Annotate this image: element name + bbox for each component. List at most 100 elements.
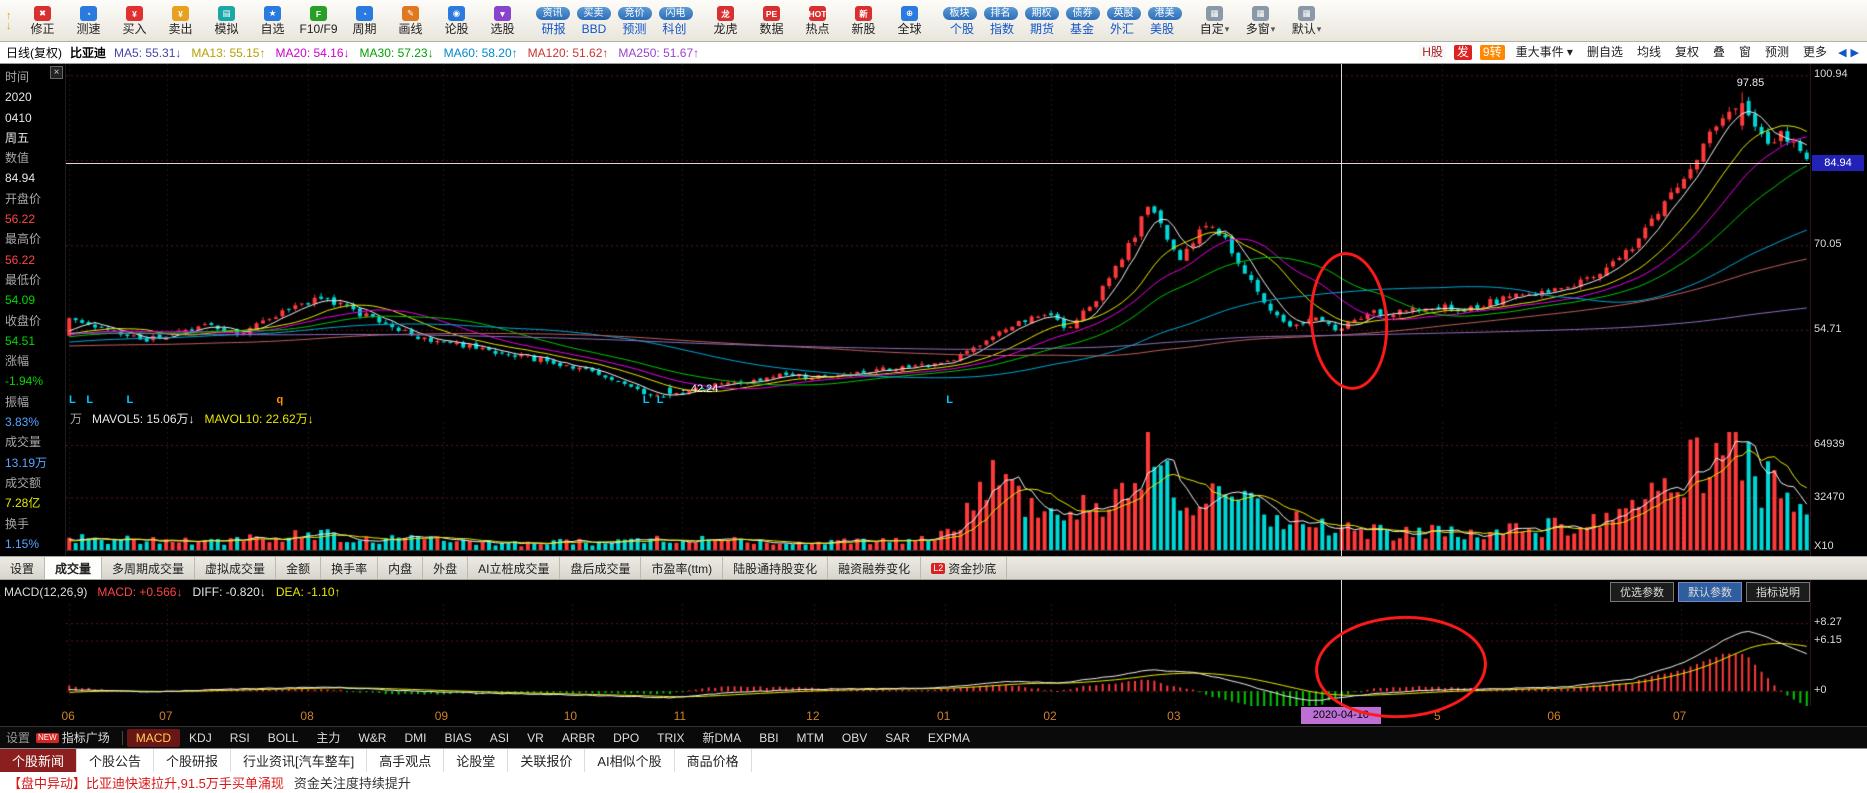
- indicator-tab-6[interactable]: DMI: [395, 729, 435, 747]
- toolbar-pill-b-0[interactable]: 板块: [942, 6, 977, 20]
- function-tab-2[interactable]: 多周期成交量: [102, 557, 196, 579]
- toolbar-item-8[interactable]: ✎ 画线: [388, 6, 434, 35]
- toolbar-pill-a-2[interactable]: 竞价: [617, 6, 652, 20]
- chart-tool-7[interactable]: 叠: [1710, 45, 1728, 60]
- price-chart-canvas[interactable]: [66, 64, 1810, 408]
- indicator-plaza[interactable]: 指标广场: [59, 729, 118, 746]
- function-tab-13[interactable]: L2 资金抄底: [921, 557, 1008, 579]
- function-tab-9[interactable]: 盘后成交量: [560, 557, 642, 579]
- macd-param-button-0[interactable]: 优选参数: [1610, 582, 1674, 602]
- chart-tool-1[interactable]: 发: [1453, 45, 1472, 60]
- toolbar-mid-item-0[interactable]: 龙 龙虎: [703, 6, 749, 35]
- toolbar-pill-a-3[interactable]: 闪电: [658, 6, 693, 20]
- function-tab-11[interactable]: 陆股通持股变化: [723, 557, 829, 579]
- toolbar-pill-b-4[interactable]: 英股: [1106, 6, 1141, 20]
- toolbar-item-4[interactable]: ▤ 模拟: [204, 6, 250, 35]
- chart-tool-10[interactable]: 更多: [1800, 45, 1830, 60]
- chart-tool-4[interactable]: 删自选: [1584, 45, 1626, 60]
- function-tab-6[interactable]: 内盘: [378, 557, 424, 579]
- chart-tool-5[interactable]: 均线: [1634, 45, 1664, 60]
- toolbar-item-0[interactable]: ✖ 修正: [20, 6, 66, 35]
- news-headline[interactable]: 资金关注度持续提升: [294, 773, 411, 792]
- toolbar-link-a-3[interactable]: 科创: [662, 23, 686, 35]
- indicator-tab-5[interactable]: W&R: [349, 729, 395, 747]
- toolbar-link-a-2[interactable]: 预测: [622, 23, 646, 35]
- indicator-tab-15[interactable]: MTM: [788, 729, 833, 747]
- news-tab-4[interactable]: 高手观点: [367, 749, 445, 772]
- news-tab-0[interactable]: 个股新闻: [0, 749, 78, 772]
- news-tab-1[interactable]: 个股公告: [77, 749, 155, 772]
- indicator-tab-8[interactable]: ASI: [481, 729, 518, 747]
- indicator-tab-12[interactable]: TRIX: [648, 729, 693, 747]
- chart-period[interactable]: 日线(复权): [6, 44, 62, 61]
- toolbar-item-10[interactable]: ▼ 选股: [480, 6, 526, 35]
- indicator-tab-4[interactable]: 主力: [307, 729, 349, 747]
- indicator-tab-14[interactable]: BBI: [750, 729, 787, 747]
- toolbar-link-b-5[interactable]: 美股: [1150, 23, 1174, 35]
- indicator-settings[interactable]: 设置: [0, 729, 36, 746]
- function-tab-12[interactable]: 融资融券变化: [828, 557, 922, 579]
- indicator-tab-13[interactable]: 新DMA: [694, 729, 751, 747]
- toolbar-pill-b-5[interactable]: 港美: [1147, 6, 1182, 20]
- toolbar-pill-a-0[interactable]: 资讯: [535, 6, 570, 20]
- toolbar-link-b-4[interactable]: 外汇: [1110, 23, 1134, 35]
- toolbar-mid-item-1[interactable]: PE 数据: [749, 6, 795, 35]
- indicator-tab-1[interactable]: KDJ: [180, 729, 221, 747]
- toolbar-link-a-0[interactable]: 研报: [542, 23, 566, 35]
- function-tab-7[interactable]: 外盘: [423, 557, 469, 579]
- indicator-tab-3[interactable]: BOLL: [259, 729, 308, 747]
- toolbar-link-a-1[interactable]: BBD: [582, 23, 607, 35]
- news-tab-5[interactable]: 论股堂: [444, 749, 509, 772]
- function-tab-0[interactable]: 设置: [0, 557, 46, 579]
- toolbar-pill-b-1[interactable]: 排名: [983, 6, 1018, 20]
- scroll-left-icon[interactable]: ◀: [1838, 46, 1846, 59]
- function-tab-3[interactable]: 虚拟成交量: [195, 557, 277, 579]
- toolbar-item-1[interactable]: ◔ 测速: [66, 6, 112, 35]
- indicator-tab-17[interactable]: SAR: [876, 729, 919, 747]
- news-headline-highlight[interactable]: 【盘中异动】比亚迪快速拉升,91.5万手买单涌现: [8, 773, 284, 792]
- news-tab-8[interactable]: 商品价格: [675, 749, 752, 772]
- indicator-tab-9[interactable]: VR: [518, 729, 553, 747]
- chart-tool-8[interactable]: 窗: [1736, 45, 1754, 60]
- indicator-tab-18[interactable]: EXPMA: [919, 729, 979, 747]
- indicator-tab-10[interactable]: ARBR: [553, 729, 604, 747]
- nav-down-icon[interactable]: ↓: [6, 20, 12, 31]
- indicator-tab-2[interactable]: RSI: [221, 729, 259, 747]
- chart-tool-0[interactable]: H股: [1419, 45, 1446, 60]
- news-tab-7[interactable]: AI相似个股: [585, 749, 675, 772]
- toolbar-window-item-0[interactable]: ▦ 自定 ▾: [1192, 6, 1238, 35]
- toolbar-mid-item-3[interactable]: 新 新股: [841, 6, 887, 35]
- toolbar-item-2[interactable]: ¥ 买入: [112, 6, 158, 35]
- toolbar-pill-b-2[interactable]: 期权: [1024, 6, 1059, 20]
- toolbar-mid-item-2[interactable]: HOT 热点: [795, 6, 841, 35]
- toolbar-link-b-3[interactable]: 基金: [1070, 23, 1094, 35]
- chart-tool-9[interactable]: 预测: [1762, 45, 1792, 60]
- toolbar-link-b-2[interactable]: 期货: [1030, 23, 1054, 35]
- toolbar-mid-item-4[interactable]: ⊕ 全球: [887, 6, 933, 35]
- toolbar-item-7[interactable]: ◔ 周期: [342, 6, 388, 35]
- toolbar-pill-a-1[interactable]: 买卖: [576, 6, 611, 20]
- toolbar-item-5[interactable]: ★ 自选: [250, 6, 296, 35]
- news-tab-6[interactable]: 关联报价: [508, 749, 586, 772]
- toolbar-item-9[interactable]: ◉ 论股: [434, 6, 480, 35]
- toolbar-link-b-1[interactable]: 指数: [990, 23, 1014, 35]
- indicator-tab-11[interactable]: DPO: [604, 729, 648, 747]
- news-tab-2[interactable]: 个股研报: [154, 749, 232, 772]
- indicator-tab-0[interactable]: MACD: [126, 728, 181, 747]
- toolbar-item-3[interactable]: ¥ 卖出: [158, 6, 204, 35]
- toolbar-link-b-0[interactable]: 个股: [950, 23, 974, 35]
- macd-param-button-1[interactable]: 默认参数: [1678, 582, 1742, 602]
- toolbar-window-item-1[interactable]: ▦ 多窗 ▾: [1238, 6, 1284, 35]
- indicator-tab-16[interactable]: OBV: [833, 729, 876, 747]
- function-tab-4[interactable]: 金额: [276, 557, 322, 579]
- scroll-right-icon[interactable]: ▶: [1851, 46, 1859, 59]
- macd-param-button-2[interactable]: 指标说明: [1746, 582, 1810, 602]
- toolbar-pill-b-3[interactable]: 债券: [1065, 6, 1100, 20]
- close-icon[interactable]: ×: [50, 66, 63, 79]
- toolbar-item-6[interactable]: F F10/F9: [296, 6, 342, 35]
- chart-tool-2[interactable]: 9转: [1479, 45, 1505, 60]
- function-tab-1[interactable]: 成交量: [45, 557, 103, 579]
- chart-tool-3[interactable]: 重大事件 ▾: [1513, 45, 1576, 60]
- news-tab-3[interactable]: 行业资讯[汽车整车]: [231, 749, 368, 772]
- function-tab-8[interactable]: AI立桩成交量: [468, 557, 561, 579]
